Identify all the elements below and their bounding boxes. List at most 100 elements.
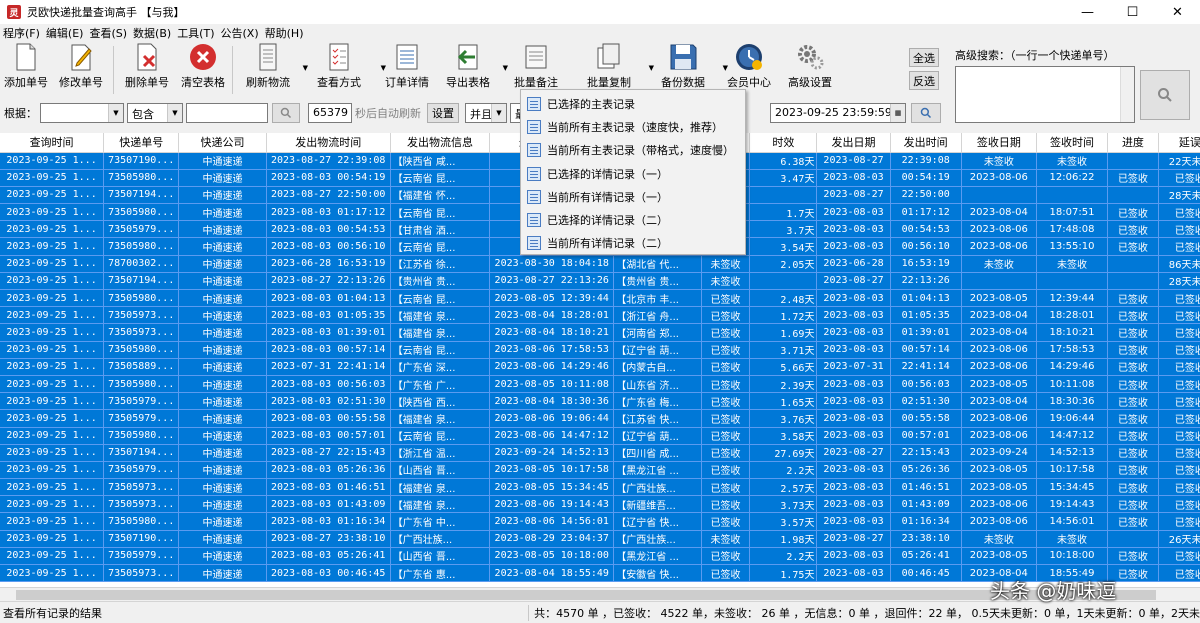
table-row[interactable]: 2023-09-25 1... 73505980... 中通速递 2023-08-03… bbox=[0, 512, 1200, 531]
order-detail-button[interactable]: 订单详情 bbox=[378, 42, 436, 94]
filter-search-button[interactable] bbox=[272, 103, 300, 123]
export-selected-main[interactable]: 已选择的主表记录 bbox=[521, 92, 745, 115]
operator-select[interactable]: 包含 ▼ bbox=[127, 103, 183, 123]
table-cell: 2023-09-25 1... bbox=[0, 444, 105, 462]
table-cell: 2023-08-03 bbox=[816, 478, 891, 497]
gear-icon bbox=[798, 45, 824, 70]
column-header[interactable]: 签收时间 bbox=[1036, 133, 1109, 153]
column-header[interactable]: 快递单号 bbox=[103, 133, 180, 153]
table-row[interactable]: 2023-09-25 1... 73505973... 中通速递 2023-08-03… bbox=[0, 306, 1200, 325]
calendar-icon[interactable]: ▦ bbox=[890, 104, 905, 122]
table-cell: 01:04:13 bbox=[890, 289, 962, 308]
menu-edit[interactable]: 编辑(E) bbox=[43, 25, 87, 41]
table-cell: 2023-09-25 1... bbox=[0, 427, 105, 445]
table-cell: 2023-08-03 01:05:35 bbox=[266, 306, 391, 325]
basis-select[interactable]: ▼ bbox=[40, 103, 124, 123]
column-header[interactable]: 签收日期 bbox=[961, 133, 1037, 153]
menu-view[interactable]: 查看(S) bbox=[86, 25, 130, 41]
batch-copy-button[interactable]: 批量复制 ▼ bbox=[572, 42, 654, 94]
table-cell: 中通速递 bbox=[178, 512, 267, 531]
menu-data[interactable]: 数据(B) bbox=[130, 25, 174, 41]
menu-notice[interactable]: 公告(X) bbox=[218, 25, 262, 41]
column-header[interactable]: 进度 bbox=[1107, 133, 1159, 153]
column-header[interactable]: 发出时间 bbox=[890, 133, 962, 153]
refresh-logistics-button[interactable]: 刷新物流 ▼ bbox=[236, 42, 308, 94]
table-row[interactable]: 2023-09-25 1... 78700302... 中通速递 2023-06-28… bbox=[0, 255, 1200, 273]
edit-number-button[interactable]: 修改单号 bbox=[52, 42, 110, 94]
advanced-settings-button[interactable]: 高级设置 bbox=[778, 42, 842, 94]
advanced-search-input[interactable] bbox=[955, 66, 1135, 123]
table-cell: 2023-08-03 bbox=[816, 169, 891, 187]
export-selected-detail-2[interactable]: 已选择的详情记录（二） bbox=[521, 208, 745, 231]
table-cell: 中通速递 bbox=[178, 306, 267, 325]
menu-help[interactable]: 帮助(H) bbox=[262, 25, 307, 41]
minimize-button[interactable]: — bbox=[1065, 0, 1110, 24]
column-header[interactable]: 时效 bbox=[749, 133, 818, 153]
view-mode-button[interactable]: 查看方式 ▼ bbox=[300, 42, 386, 94]
backup-data-button[interactable]: 备份数据 ▼ bbox=[646, 42, 728, 94]
table-row[interactable]: 2023-09-25 1... 73507194... 中通速递 2023-08-27… bbox=[0, 272, 1200, 291]
refresh-seconds-input[interactable]: 65379 bbox=[308, 103, 352, 123]
table-cell: 2023-08-27 22:15:43 bbox=[266, 444, 391, 462]
maximize-button[interactable]: ☐ bbox=[1110, 0, 1155, 24]
close-button[interactable]: ✕ bbox=[1155, 0, 1200, 24]
member-center-button[interactable]: 会员中心 bbox=[720, 42, 778, 94]
date-value: 2023-09-25 23:59:59 bbox=[775, 106, 892, 119]
table-row[interactable]: 2023-09-25 1... 73505979... 中通速递 2023-08-03… bbox=[0, 461, 1200, 480]
table-row[interactable]: 2023-09-25 1... 73505979... 中通速递 2023-08-03… bbox=[0, 547, 1200, 566]
table-row[interactable]: 2023-09-25 1... 73505979... 中通速递 2023-08-03… bbox=[0, 409, 1200, 428]
table-row[interactable]: 2023-09-25 1... 73505973... 中通速递 2023-08-03… bbox=[0, 495, 1200, 514]
logic-select[interactable]: 并且 ▼ bbox=[465, 103, 507, 123]
keyword-input[interactable] bbox=[186, 103, 268, 123]
export-all-main-formatted[interactable]: 当前所有主表记录（带格式，速度慢） bbox=[521, 139, 745, 162]
table-row[interactable]: 2023-09-25 1... 73505980... 中通速递 2023-08-03… bbox=[0, 289, 1200, 308]
table-cell: 05:26:41 bbox=[890, 547, 962, 566]
menu-item-label: 当前所有主表记录（速度快，推荐） bbox=[547, 120, 723, 134]
column-header[interactable]: 快递公司 bbox=[178, 133, 267, 153]
export-selected-detail-1[interactable]: 已选择的详情记录（一） bbox=[521, 162, 745, 185]
export-all-detail-1[interactable]: 当前所有详情记录（一） bbox=[521, 185, 745, 208]
advanced-search-scrollbar[interactable] bbox=[1120, 67, 1134, 122]
table-cell: 28天未... bbox=[1158, 186, 1200, 205]
table-row[interactable]: 2023-09-25 1... 73507194... 中通速递 2023-08-27… bbox=[0, 444, 1200, 462]
table-cell: 已签收 bbox=[1158, 427, 1200, 445]
date-picker[interactable]: 2023-09-25 23:59:59 ▦ bbox=[770, 103, 906, 123]
table-cell: 【广东省 广... bbox=[390, 375, 491, 394]
export-all-detail-2[interactable]: 当前所有详情记录（二） bbox=[521, 232, 745, 255]
invert-selection-button[interactable]: 反选 bbox=[909, 71, 939, 90]
add-number-button[interactable]: 添加单号 bbox=[0, 42, 52, 94]
table-cell: 1.98天 bbox=[749, 530, 818, 548]
table-row[interactable]: 2023-09-25 1... 73505973... 中通速递 2023-08-03… bbox=[0, 478, 1200, 497]
date-search-button[interactable] bbox=[911, 103, 941, 123]
advanced-search-button[interactable] bbox=[1140, 70, 1190, 120]
menu-tools[interactable]: 工具(T) bbox=[174, 25, 217, 41]
table-row[interactable]: 2023-09-25 1... 73507190... 中通速递 2023-08-27… bbox=[0, 530, 1200, 548]
column-header[interactable]: 发出日期 bbox=[816, 133, 891, 153]
clear-table-button[interactable]: 清空表格 bbox=[177, 42, 229, 94]
table-cell: 2.2天 bbox=[749, 461, 818, 480]
table-row[interactable]: 2023-09-25 1... 73505889... 中通速递 2023-07-31… bbox=[0, 358, 1200, 376]
menu-program[interactable]: 程序(F) bbox=[0, 25, 43, 41]
column-header[interactable]: 查询时间 bbox=[0, 133, 105, 153]
batch-remark-button[interactable]: 批量备注 bbox=[500, 42, 572, 94]
delete-number-button[interactable]: 删除单号 bbox=[117, 42, 177, 94]
table-cell: 【湖北省 代... bbox=[613, 255, 702, 273]
column-header[interactable]: 延误 bbox=[1158, 133, 1200, 153]
table-row[interactable]: 2023-09-25 1... 73505973... 中通速递 2023-08-03… bbox=[0, 323, 1200, 342]
refresh-settings-button[interactable]: 设置 bbox=[427, 103, 459, 123]
table-row[interactable]: 2023-09-25 1... 73505980... 中通速递 2023-08-03… bbox=[0, 341, 1200, 359]
table-row[interactable]: 2023-09-25 1... 73505980... 中通速递 2023-08-03… bbox=[0, 427, 1200, 445]
basis-label: 根据： bbox=[4, 107, 37, 120]
select-all-button[interactable]: 全选 bbox=[909, 48, 939, 67]
table-cell: 1.65天 bbox=[749, 392, 818, 411]
column-header[interactable]: 发出物流时间 bbox=[266, 133, 391, 153]
table-cell bbox=[1036, 272, 1109, 291]
column-header[interactable]: 发出物流信息 bbox=[390, 133, 491, 153]
table-row[interactable]: 2023-09-25 1... 73505979... 中通速递 2023-08-03… bbox=[0, 392, 1200, 411]
scrollbar-thumb[interactable] bbox=[16, 590, 1156, 600]
table-row[interactable]: 2023-09-25 1... 73505980... 中通速递 2023-08-03… bbox=[0, 375, 1200, 394]
export-table-button[interactable]: 导出表格 ▼ bbox=[436, 42, 508, 94]
export-all-main-fast[interactable]: 当前所有主表记录（速度快，推荐） bbox=[521, 115, 745, 138]
batch-copy-label: 批量复制 bbox=[587, 76, 631, 89]
table-cell: 已签收 bbox=[701, 289, 751, 308]
